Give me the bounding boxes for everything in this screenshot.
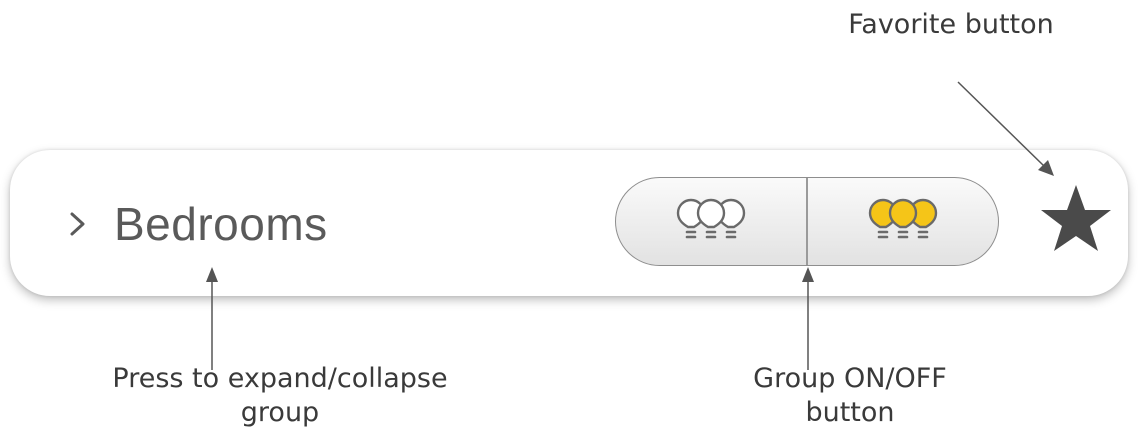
expand-annotation-line1: Press to expand/collapse [112,363,448,394]
chevron-right-icon [58,204,98,244]
expand-annotation-line2: group [240,397,320,428]
group-annotation-line1: Group ON/OFF [753,363,947,394]
group-name: Bedrooms [114,198,328,250]
bulb-group-off-icon [674,197,748,247]
group-off-button[interactable] [616,178,806,265]
group-on-off-toggle [615,177,999,266]
expand-collapse-annotation: Press to expand/collapse group [70,362,490,430]
favorite-button[interactable] [1036,180,1116,260]
favorite-button-annotation: Favorite button [796,8,1106,42]
star-icon [1039,182,1113,258]
bulb-group-on-icon [866,197,940,247]
group-annotation-line2: button [805,397,895,428]
group-row: Bedrooms [10,150,1128,296]
group-on-button[interactable] [808,178,998,265]
group-expand-toggle[interactable]: Bedrooms [58,184,328,264]
favorite-annotation-text: Favorite button [848,9,1054,40]
group-on-off-annotation: Group ON/OFF button [690,362,1010,430]
